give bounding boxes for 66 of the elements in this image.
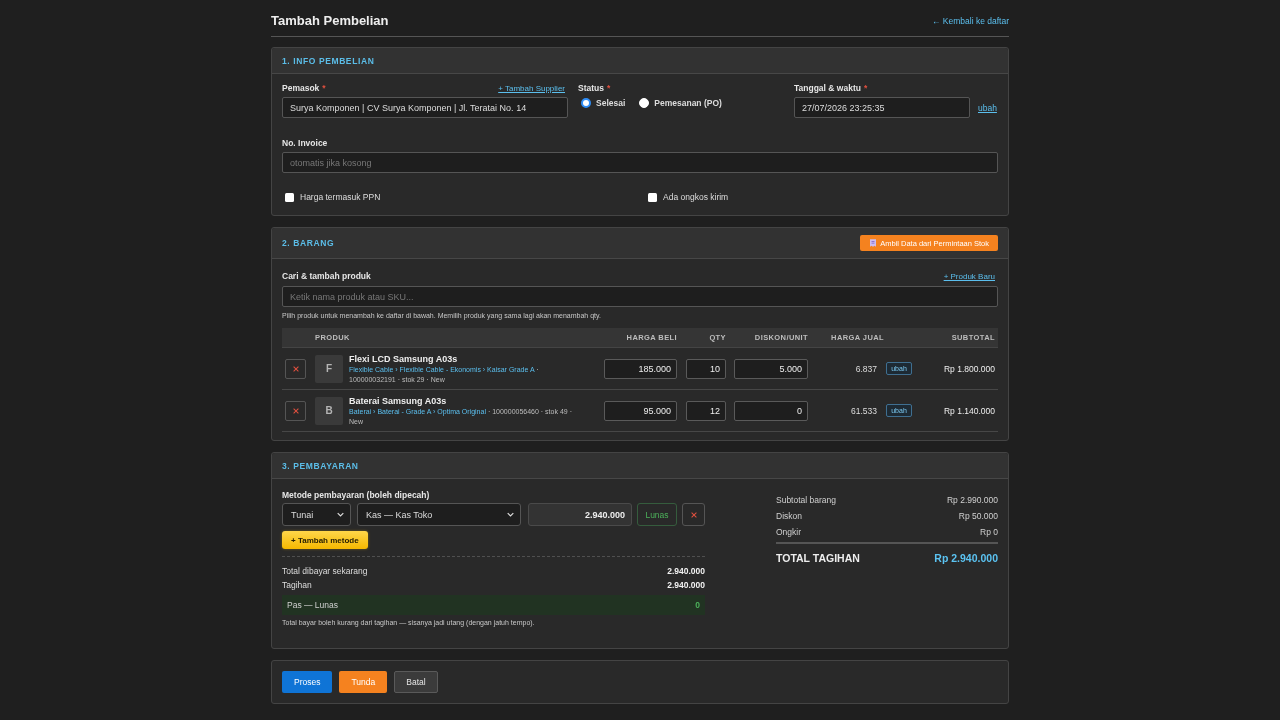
add-product-link[interactable]: + Produk Baru	[943, 271, 995, 281]
summary-label: Diskon	[776, 511, 802, 521]
buy-price-field[interactable]: 185.000	[604, 358, 677, 379]
close-icon	[690, 511, 697, 518]
total-label: Total dibayar sekarang	[282, 566, 368, 576]
amount-field[interactable]: 2.940.000	[528, 503, 632, 526]
checkbox[interactable]	[648, 192, 657, 202]
balance-label: Pas — Lunas	[287, 600, 339, 610]
add-supplier-link[interactable]: + Tambah Supplier	[498, 83, 565, 93]
field-label: Status *	[578, 83, 611, 93]
action-button[interactable]: Proses	[282, 671, 333, 693]
supplier-field[interactable]: Surya Komponen | CV Surya Komponen | Jl. Teratai No. 14	[282, 97, 568, 118]
field-label: Tanggal & waktu *	[794, 83, 868, 93]
balance-value: 0	[695, 600, 700, 610]
chevron-down-icon	[337, 512, 344, 517]
subtotal-cell: Rp 1.140.000	[943, 405, 995, 416]
subtotal-cell: Rp 1.800.000	[943, 363, 995, 374]
close-icon	[292, 365, 299, 372]
radio-button[interactable]	[581, 98, 591, 108]
product-name: Flexi LCD Samsung A03s	[349, 352, 458, 365]
sell-price: 6.837	[855, 363, 877, 374]
product-initial-tile: B	[315, 396, 343, 425]
page-title: Tambah Pembelian	[271, 13, 389, 29]
radio-label: Selesai	[596, 98, 626, 108]
invoice-field[interactable]: otomatis jika kosong	[282, 152, 998, 173]
product-name: Baterai Samsung A03s	[349, 394, 447, 407]
summary-label: Ongkir	[776, 527, 802, 537]
checkbox[interactable]	[285, 192, 294, 202]
receipt-icon	[870, 239, 877, 247]
qty-field[interactable]: 10	[686, 358, 726, 379]
sell-price: 61.533	[851, 405, 877, 416]
summary-label: Subtotal barang	[776, 495, 837, 505]
discount-field[interactable]: 0	[734, 400, 808, 421]
account-select[interactable]: Kas — Kas Toko	[357, 503, 521, 526]
field-label: Metode pembayaran (boleh dipecah)	[282, 490, 431, 500]
action-button[interactable]: Batal	[394, 671, 438, 693]
qty-field[interactable]: 12	[686, 400, 726, 421]
discount-field[interactable]: 5.000	[734, 358, 808, 379]
field-label: Cari & tambah produk	[282, 271, 371, 281]
total-label: Tagihan	[282, 580, 312, 590]
product-search-field[interactable]: Ketik nama produk atau SKU...	[282, 286, 998, 307]
payment-type-select[interactable]: Tunai	[282, 503, 351, 526]
grand-total-value: Rp 2.940.000	[934, 551, 998, 564]
section-heading: 2. BARANG	[282, 238, 335, 248]
field-label: Pemasok *	[282, 83, 326, 93]
checkbox-label: Harga termasuk PPN	[300, 192, 381, 202]
buy-price-field[interactable]: 95.000	[604, 400, 677, 421]
summary-value: Rp 0	[980, 527, 998, 537]
datetime-field[interactable]: 27/07/2026 23:25:35	[794, 97, 970, 118]
radio-label: Pemesanan (PO)	[654, 98, 722, 108]
total-value: 2.940.000	[667, 580, 705, 590]
total-value: 2.940.000	[667, 566, 705, 576]
back-link[interactable]: ← Kembali ke daftar	[932, 16, 1009, 26]
summary-value: Rp 2.990.000	[946, 495, 998, 505]
section-heading: 1. INFO PEMBELIAN	[282, 55, 375, 66]
section-heading: 3. PEMBAYARAN	[282, 460, 359, 471]
product-initial-tile: F	[315, 354, 343, 383]
field-label: No. Invoice	[282, 138, 328, 148]
checkbox-label: Ada ongkos kirim	[663, 192, 729, 202]
chevron-down-icon	[507, 512, 514, 517]
close-icon	[292, 407, 299, 414]
pay-full-button[interactable]: Lunas	[637, 503, 677, 526]
add-method-button[interactable]: + Tambah metode	[282, 531, 368, 549]
edit-link[interactable]: ubah	[978, 102, 997, 113]
grand-total-label: TOTAL TAGIHAN	[776, 551, 860, 564]
summary-value: Rp 50.000	[958, 511, 998, 521]
